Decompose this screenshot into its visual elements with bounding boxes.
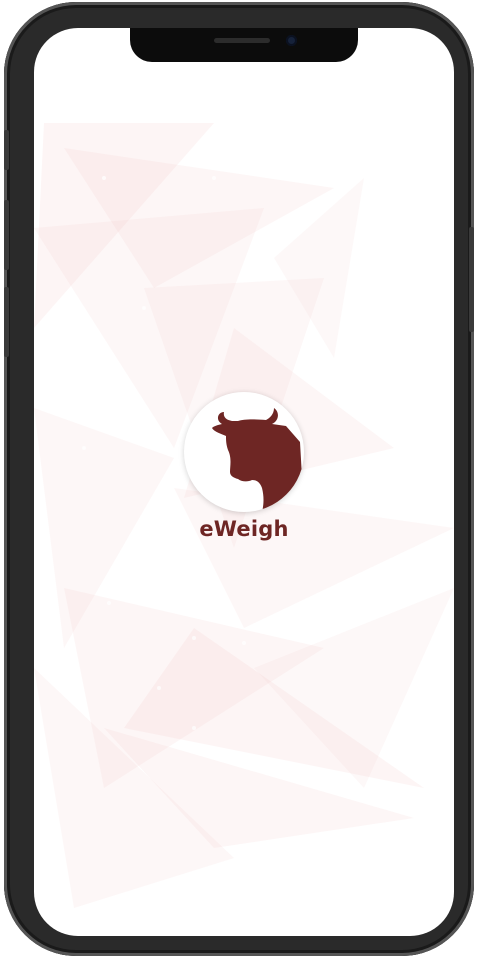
notch <box>130 28 358 62</box>
cow-head-icon <box>212 408 304 512</box>
app-logo <box>184 392 304 512</box>
volume-down-button <box>4 287 9 357</box>
earpiece-speaker <box>214 38 270 43</box>
power-button <box>469 227 474 332</box>
phone-frame: eWeigh <box>4 2 474 956</box>
silent-switch <box>4 130 9 170</box>
volume-up-button <box>4 200 9 270</box>
app-name: eWeigh <box>199 517 289 541</box>
front-camera <box>286 35 297 46</box>
splash-screen: eWeigh <box>34 28 454 936</box>
logo-circle <box>184 392 304 512</box>
